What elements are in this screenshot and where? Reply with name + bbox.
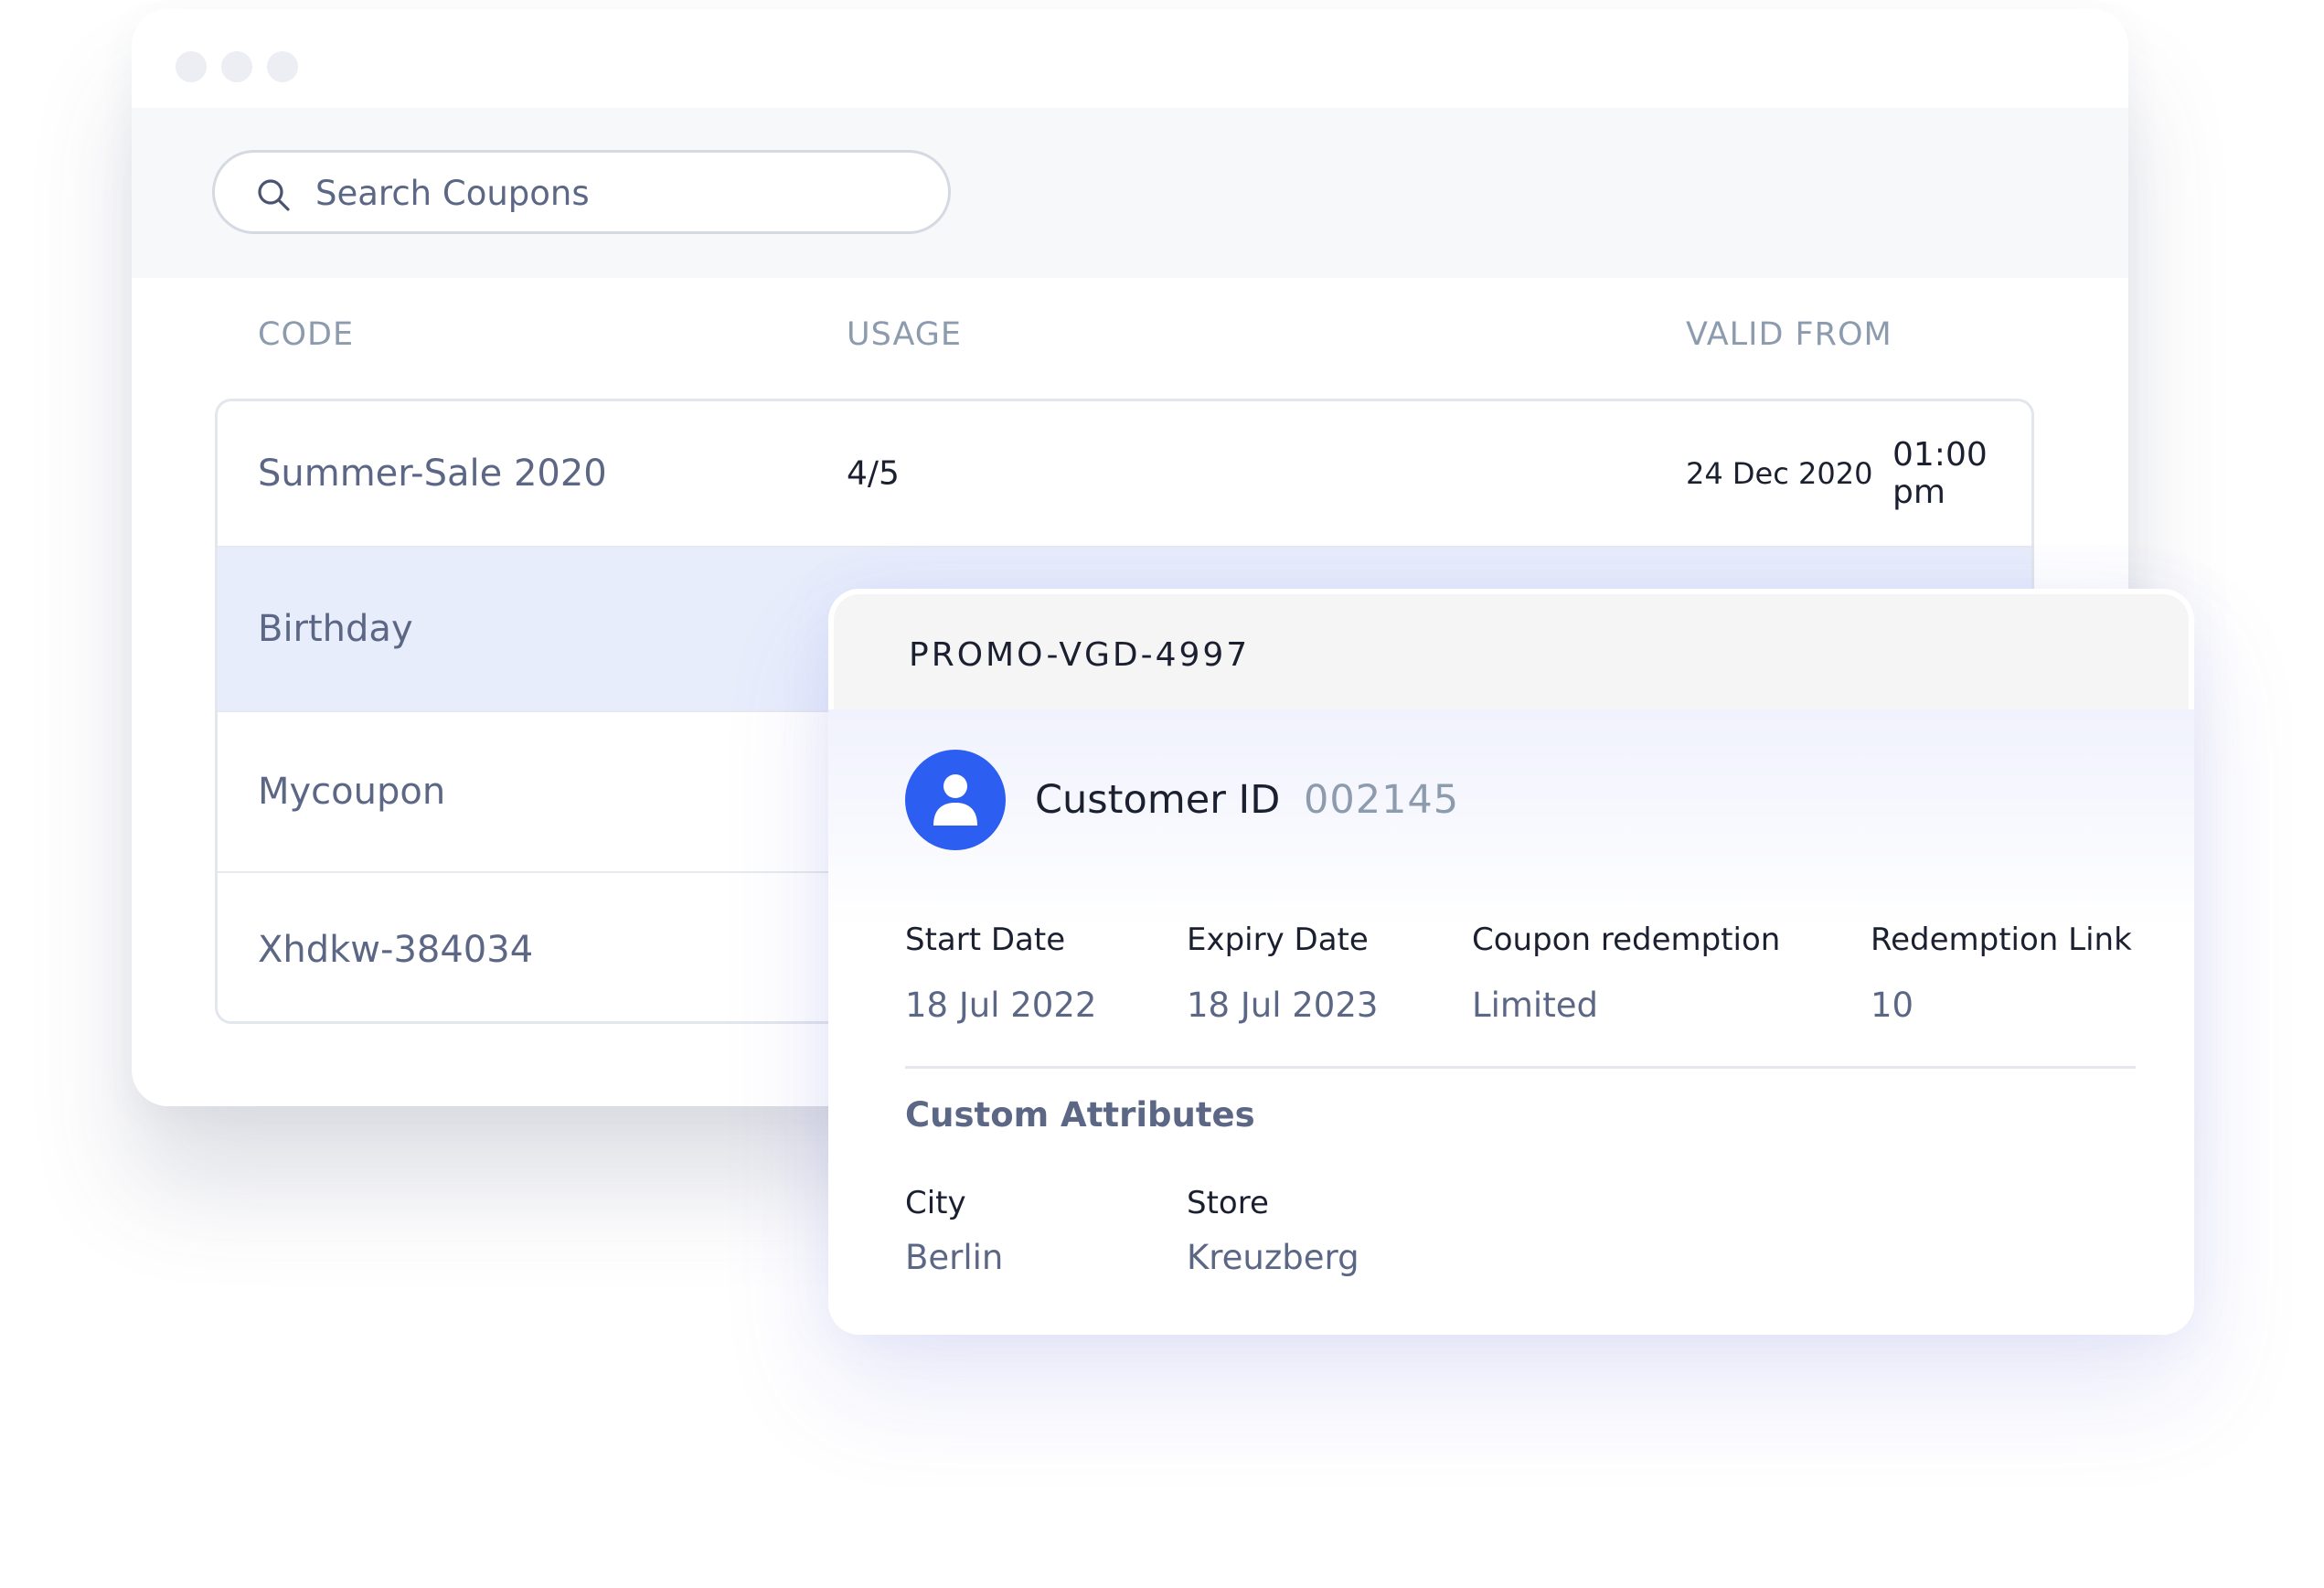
coupon-redemption-value: Limited	[1472, 986, 1598, 1025]
attribute-city-label: City	[905, 1185, 966, 1221]
customer-id-value: 002145	[1304, 777, 1460, 823]
redemption-link-value: 10	[1871, 986, 1914, 1025]
window-titlebar	[132, 9, 2128, 108]
window-dot-close[interactable]	[176, 51, 207, 82]
user-icon	[905, 750, 1006, 850]
customer-id-label: Customer ID	[1035, 777, 1281, 823]
window-dot-minimize[interactable]	[221, 51, 252, 82]
card-body-background	[828, 709, 2194, 929]
column-header-valid-from[interactable]: VALID FROM	[1686, 316, 1892, 353]
coupon-valid-date: 24 Dec 2020	[1686, 456, 1873, 491]
table-row[interactable]: Summer-Sale 2020 4/5 24 Dec 2020 01:00 p…	[218, 401, 2031, 548]
card-header: PROMO-VGD-4997	[834, 594, 2189, 709]
start-date-label: Start Date	[905, 922, 1066, 958]
column-header-usage[interactable]: USAGE	[847, 316, 962, 353]
custom-attributes-title: Custom Attributes	[905, 1095, 1255, 1135]
coupon-valid-time: 01:00 pm	[1892, 436, 1988, 511]
attribute-store-label: Store	[1187, 1185, 1269, 1221]
coupon-code: Birthday	[258, 608, 413, 650]
expiry-date-value: 18 Jul 2023	[1187, 986, 1379, 1025]
search-input[interactable]	[315, 160, 919, 226]
redemption-link-label: Redemption Link	[1871, 922, 2132, 958]
search-toolbar	[132, 108, 2128, 278]
coupon-code: Xhdkw-384034	[258, 929, 534, 971]
window-dot-maximize[interactable]	[267, 51, 298, 82]
coupon-detail-card: PROMO-VGD-4997 Customer ID 002145 Start …	[828, 589, 2194, 1335]
search-box[interactable]	[212, 150, 951, 234]
stage: CODE USAGE VALID FROM Summer-Sale 2020 4…	[0, 0, 2324, 1588]
coupon-code: Summer-Sale 2020	[258, 453, 607, 495]
expiry-date-label: Expiry Date	[1187, 922, 1369, 958]
coupon-usage: 4/5	[847, 454, 900, 493]
start-date-value: 18 Jul 2022	[905, 986, 1097, 1025]
search-icon	[255, 176, 292, 213]
attribute-city-value: Berlin	[905, 1238, 1004, 1277]
coupon-code: Mycoupon	[258, 771, 446, 813]
promo-code: PROMO-VGD-4997	[909, 636, 1251, 674]
attribute-store-value: Kreuzberg	[1187, 1238, 1359, 1277]
coupon-redemption-label: Coupon redemption	[1472, 922, 1781, 958]
column-header-code[interactable]: CODE	[258, 316, 354, 353]
divider	[905, 1066, 2136, 1069]
